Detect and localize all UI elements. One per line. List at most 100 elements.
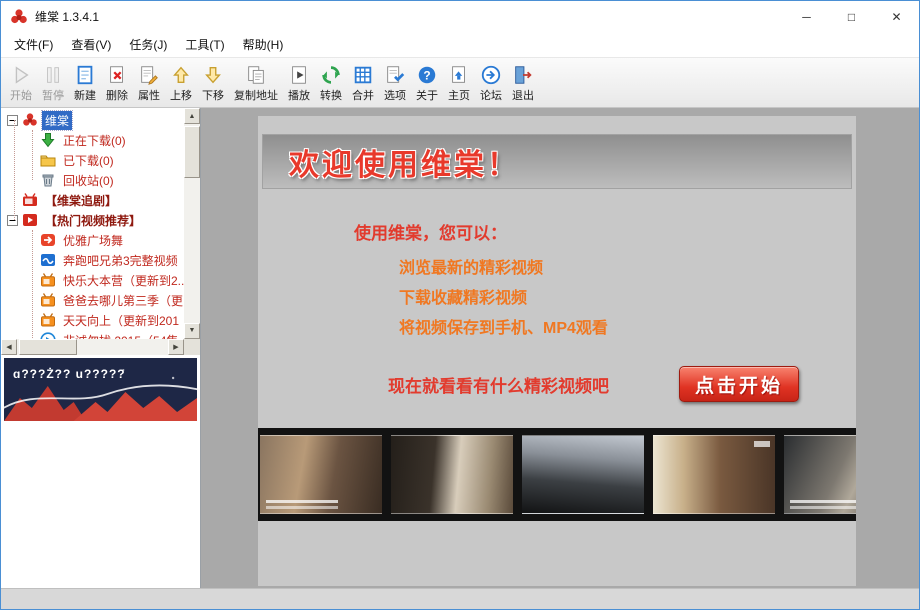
tree-item-running-brothers3[interactable]: 奔跑吧兄弟3完整视频 — [1, 250, 184, 270]
toolbar-button-play[interactable]: 播放 — [283, 60, 315, 106]
video-thumbnail-1[interactable] — [260, 435, 382, 514]
tree-item-dad-where-season3[interactable]: 爸爸去哪儿第三季（更 — [1, 290, 184, 310]
hscroll-track[interactable] — [17, 339, 168, 355]
welcome-banner: 欢迎使用维棠！ — [262, 134, 852, 189]
minimize-button[interactable]: ─ — [784, 1, 829, 32]
toolbar-button-label: 转换 — [320, 87, 342, 103]
promo-banner-text: ɑ???Ż?? u????? — [13, 367, 126, 381]
video-thumbnail-2[interactable] — [391, 435, 513, 514]
move-down-icon — [202, 64, 224, 86]
options-icon — [384, 64, 406, 86]
toolbar-button-homepage[interactable]: 主页 — [443, 60, 475, 106]
toolbar: 开始暂停新建删除属性上移下移复制地址播放转换合并选项?关于主页论坛退出 — [1, 58, 919, 108]
video-thumbnail-3[interactable] — [522, 435, 644, 514]
homepage-icon — [448, 64, 470, 86]
tv-icon — [40, 292, 56, 308]
ad-area: ɑ???Ż?? u????? — [1, 355, 200, 589]
convert-icon — [320, 64, 342, 86]
toolbar-button-forum[interactable]: 论坛 — [475, 60, 507, 106]
tree-item-label: 非诚勿扰 2015（54集 — [60, 331, 181, 339]
toolbar-button-new[interactable]: 新建 — [69, 60, 101, 106]
weitang-logo-icon — [22, 112, 38, 128]
forum-icon — [480, 64, 502, 86]
toolbar-button-about[interactable]: ?关于 — [411, 60, 443, 106]
close-button[interactable]: ✕ — [874, 1, 919, 32]
toolbar-button-move-down[interactable]: 下移 — [197, 60, 229, 106]
hscroll-row: ◀ ▶ — [1, 339, 200, 355]
tree-item-weitang-drama[interactable]: 【维棠追剧】 — [1, 190, 184, 210]
menu-item-help[interactable]: 帮助(H) — [234, 33, 293, 56]
toolbar-button-label: 删除 — [106, 87, 128, 103]
delete-icon — [106, 64, 128, 86]
feature-item: 下载收藏精彩视频 — [399, 284, 856, 314]
toolbar-button-properties[interactable]: 属性 — [133, 60, 165, 106]
sidebar-horizontal-scrollbar[interactable]: ◀ ▶ — [1, 339, 184, 355]
app-logo-icon — [10, 8, 28, 26]
tree-item-downloaded[interactable]: 已下载(0) — [1, 150, 184, 170]
toolbar-button-label: 主页 — [448, 87, 470, 103]
video-thumbnail-5[interactable] — [784, 435, 856, 514]
scroll-right-icon[interactable]: ▶ — [168, 339, 184, 355]
menu-item-task[interactable]: 任务(J) — [120, 33, 176, 56]
toolbar-button-move-up[interactable]: 上移 — [165, 60, 197, 106]
hscroll-thumb[interactable] — [19, 339, 77, 355]
downloading-icon — [40, 132, 56, 148]
toolbar-button-exit[interactable]: 退出 — [507, 60, 539, 106]
menu-item-tools[interactable]: 工具(T) — [176, 33, 233, 56]
tree-item-day-day-up[interactable]: 天天向上（更新到201 — [1, 310, 184, 330]
start-now-button[interactable]: 点击开始 — [679, 366, 799, 402]
vscroll-track[interactable] — [184, 124, 200, 323]
tree-collapse-icon[interactable] — [7, 115, 18, 126]
titlebar[interactable]: 维棠 1.3.4.1 ─ □ ✕ — [1, 1, 919, 32]
tree-wrap: 维棠正在下载(0)已下载(0)回收站(0)【维棠追剧】【热门视频推荐】优雅广场舞… — [1, 108, 200, 339]
vscroll-thumb[interactable] — [184, 126, 200, 178]
tree-item-recycle-bin[interactable]: 回收站(0) — [1, 170, 184, 190]
tree-item-weitang-root[interactable]: 维棠 — [1, 110, 184, 130]
scroll-left-icon[interactable]: ◀ — [1, 339, 17, 355]
menu-item-file[interactable]: 文件(F) — [5, 33, 62, 56]
toolbar-button-label: 新建 — [74, 87, 96, 103]
tv-icon — [40, 312, 56, 328]
toolbar-button-convert[interactable]: 转换 — [315, 60, 347, 106]
toolbar-button-options[interactable]: 选项 — [379, 60, 411, 106]
move-up-icon — [170, 64, 192, 86]
toolbar-button-label: 退出 — [512, 87, 534, 103]
toolbar-button-label: 播放 — [288, 87, 310, 103]
sidebar-tree: 维棠正在下载(0)已下载(0)回收站(0)【维棠追剧】【热门视频推荐】优雅广场舞… — [1, 108, 184, 339]
tree-item-label: 已下载(0) — [60, 151, 117, 170]
toolbar-button-label: 下移 — [202, 87, 224, 103]
scrollbar-corner — [184, 339, 200, 355]
tree-item-downloading[interactable]: 正在下载(0) — [1, 130, 184, 150]
filmstrip — [258, 428, 856, 521]
sidebar-vertical-scrollbar[interactable]: ▲ ▼ — [184, 108, 200, 339]
toolbar-button-pause[interactable]: 暂停 — [37, 60, 69, 106]
toolbar-button-delete[interactable]: 删除 — [101, 60, 133, 106]
toolbar-button-copy-url[interactable]: 复制地址 — [229, 60, 283, 106]
scroll-up-icon[interactable]: ▲ — [184, 108, 200, 124]
tree-item-label: 天天向上（更新到201 — [60, 311, 182, 330]
tree-item-square-dance[interactable]: 优雅广场舞 — [1, 230, 184, 250]
toolbar-button-label: 论坛 — [480, 87, 502, 103]
hot-video-icon — [22, 212, 38, 228]
menu-item-view[interactable]: 查看(V) — [62, 33, 120, 56]
promo-banner[interactable]: ɑ???Ż?? u????? — [4, 358, 197, 421]
window-title: 维棠 1.3.4.1 — [35, 8, 99, 25]
app-window: 维棠 1.3.4.1 ─ □ ✕ 文件(F)查看(V)任务(J)工具(T)帮助(… — [0, 0, 920, 610]
maximize-button[interactable]: □ — [829, 1, 874, 32]
toolbar-button-merge[interactable]: 合并 — [347, 60, 379, 106]
tree-item-feichengwurao[interactable]: 非诚勿扰 2015（54集 — [1, 330, 184, 339]
tree-item-happy-camp[interactable]: 快乐大本营（更新到2... — [1, 270, 184, 290]
toolbar-button-label: 属性 — [138, 87, 160, 103]
tree-item-label: 维棠 — [42, 111, 72, 130]
welcome-panel: 欢迎使用维棠！ 使用维棠，您可以： 浏览最新的精彩视频下载收藏精彩视频将视频保存… — [258, 116, 856, 586]
tree-item-hot-videos[interactable]: 【热门视频推荐】 — [1, 210, 184, 230]
pause-icon — [42, 64, 64, 86]
tree-collapse-icon[interactable] — [7, 215, 18, 226]
tree-item-label: 爸爸去哪儿第三季（更 — [60, 291, 184, 310]
video-thumbnail-4[interactable] — [653, 435, 775, 514]
window-controls: ─ □ ✕ — [784, 1, 919, 32]
scroll-down-icon[interactable]: ▼ — [184, 323, 200, 339]
welcome-title: 欢迎使用维棠！ — [263, 140, 520, 184]
toolbar-button-label: 复制地址 — [234, 87, 278, 103]
toolbar-button-start[interactable]: 开始 — [5, 60, 37, 106]
